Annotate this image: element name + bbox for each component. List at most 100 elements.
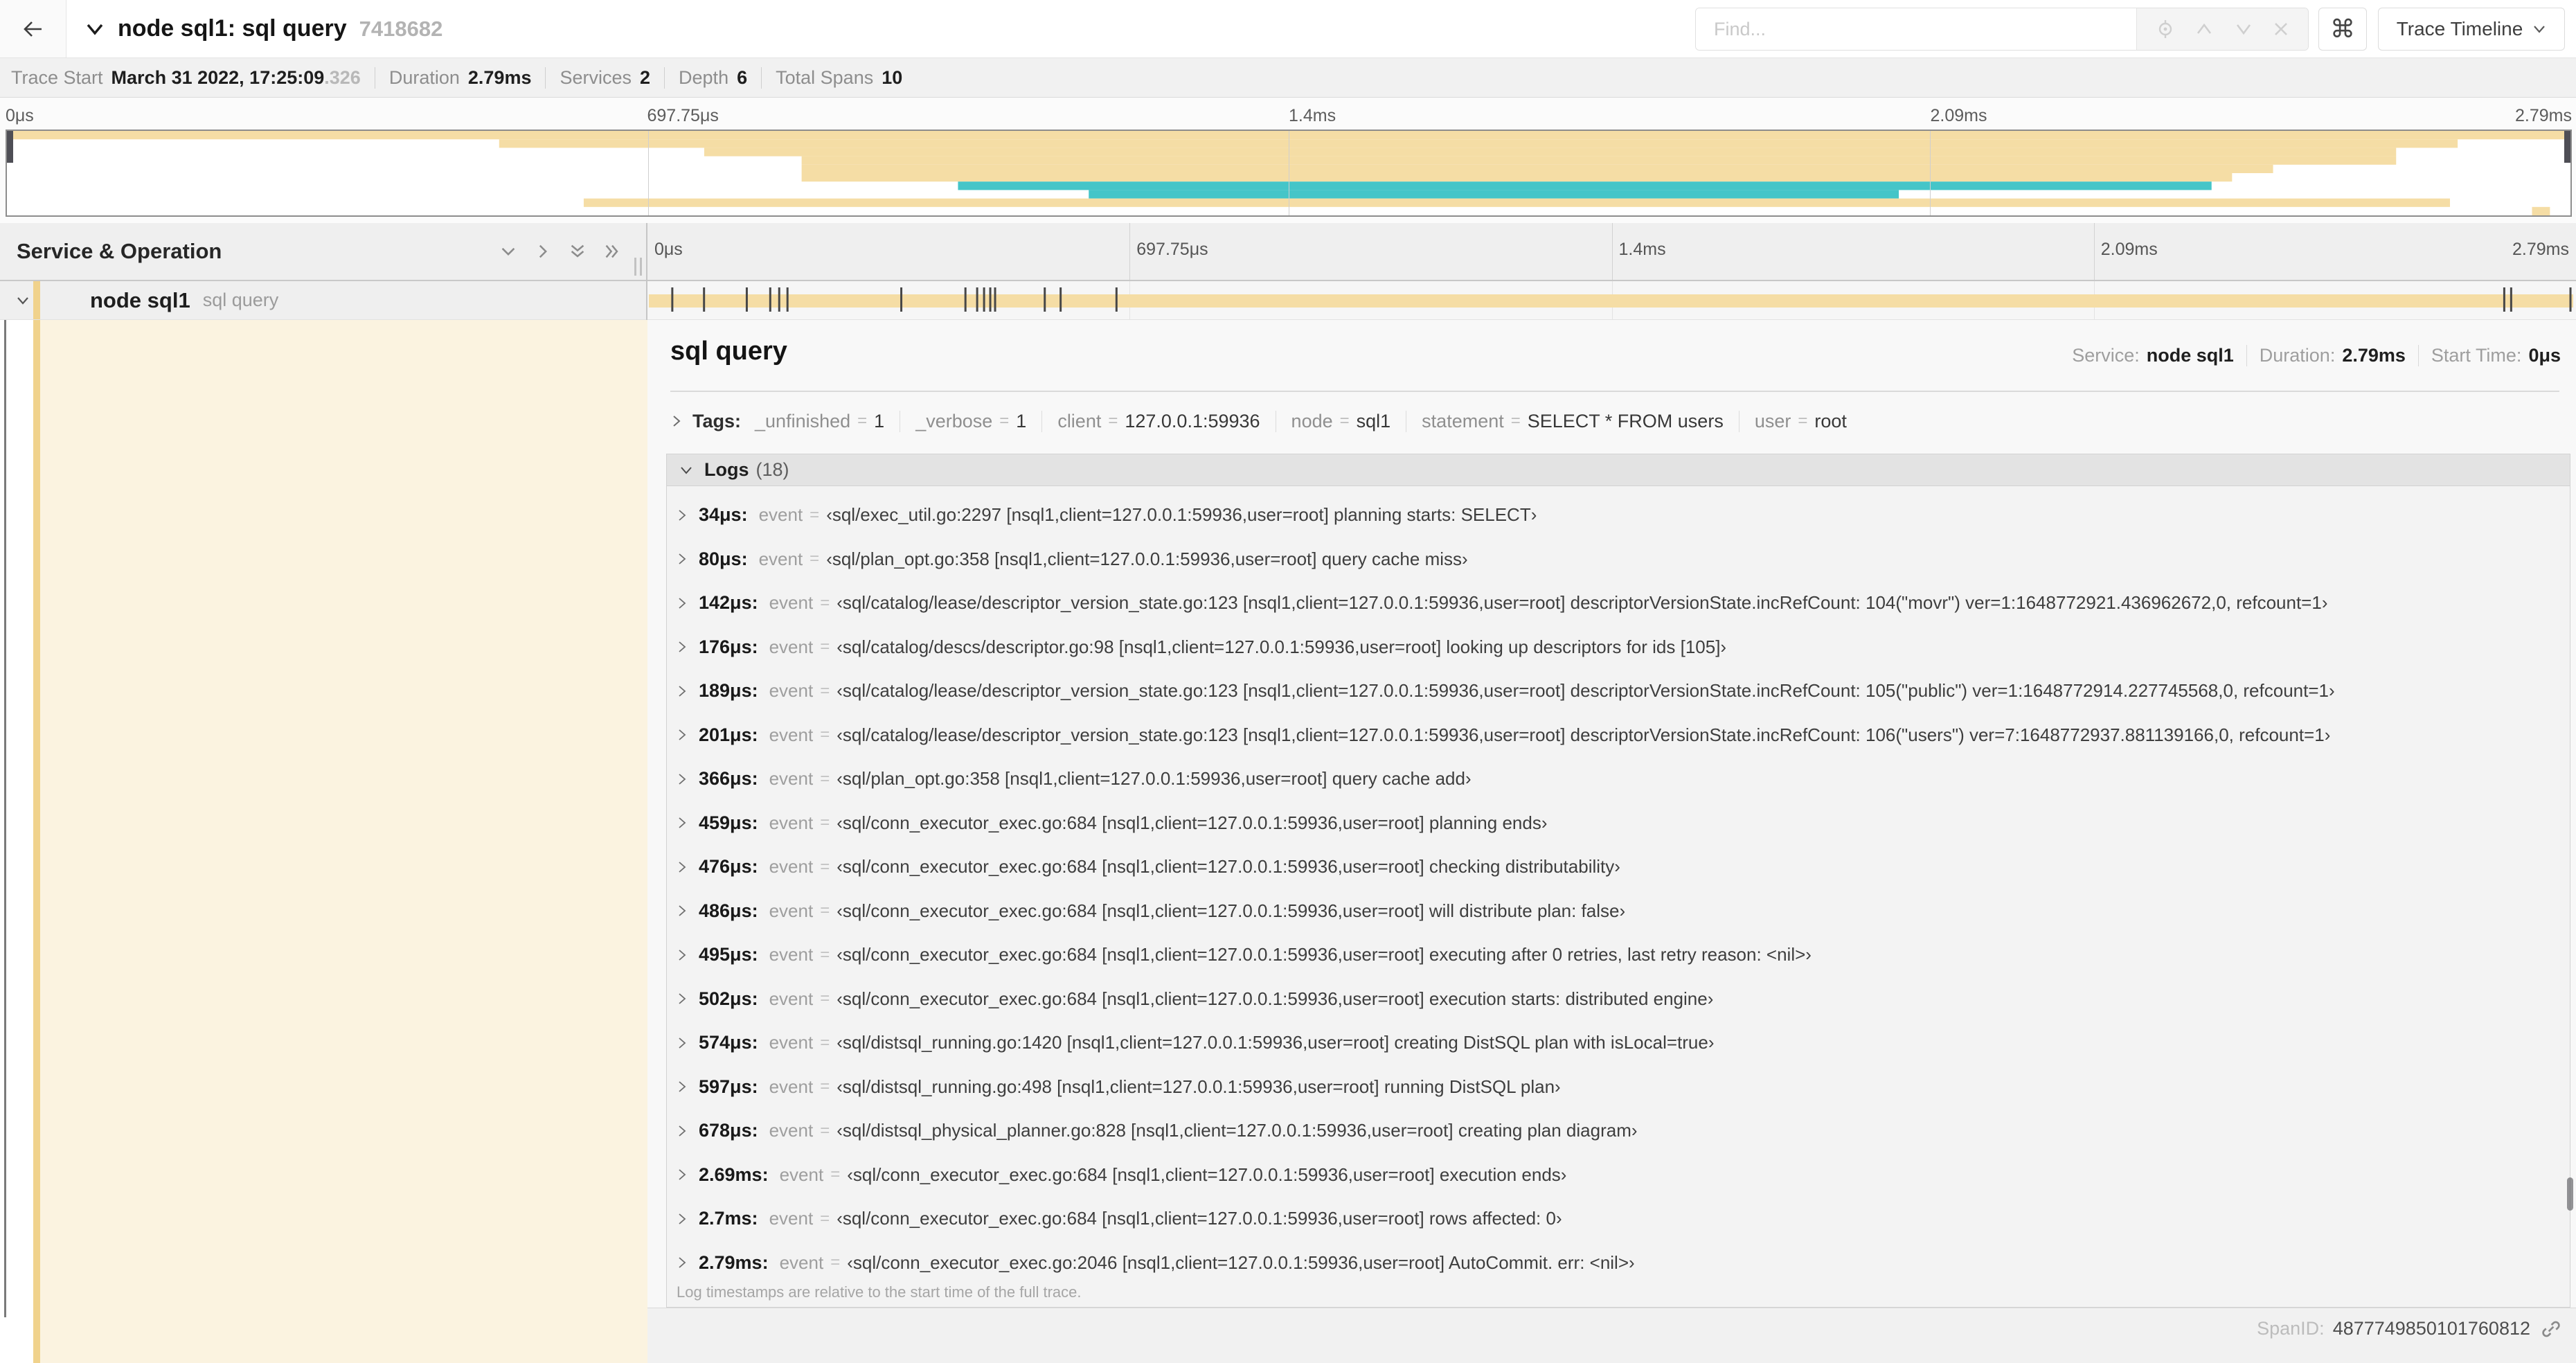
span-bar[interactable] <box>649 294 2573 308</box>
tag-equals: = <box>1798 411 1808 430</box>
log-entry[interactable]: 476μs: event = ‹sql/conn_executor_exec.g… <box>667 845 2570 889</box>
log-entry[interactable]: 189μs: event = ‹sql/catalog/lease/descri… <box>667 669 2570 713</box>
operation-name: sql query <box>202 289 279 310</box>
minimap-bar <box>2532 206 2550 215</box>
log-equals: = <box>820 593 830 612</box>
log-entry[interactable]: 2.79ms: event = ‹sql/conn_executor_exec.… <box>667 1241 2570 1285</box>
panel-divider <box>646 223 647 320</box>
find-input[interactable] <box>1696 8 2136 50</box>
collapse-one-icon[interactable] <box>499 242 518 261</box>
collapse-all-icon[interactable] <box>568 242 587 261</box>
ruler-tick: 2.79ms <box>2512 240 2576 260</box>
info-value: March 31 2022, 17:25:09 <box>111 66 325 88</box>
log-expand-chevron-icon <box>679 1081 686 1092</box>
tag-equals: = <box>1108 411 1118 430</box>
log-equals: = <box>820 945 830 964</box>
tag-equals: = <box>999 411 1010 430</box>
log-entry[interactable]: 176μs: event = ‹sql/catalog/descs/descri… <box>667 625 2570 670</box>
span-detail-header: sql query Service: node sql1 Duration: 2.7… <box>647 320 2576 391</box>
log-entry[interactable]: 2.7ms: event = ‹sql/conn_executor_exec.g… <box>667 1197 2570 1241</box>
minimap-bar <box>499 139 2458 148</box>
log-entry[interactable]: 366μs: event = ‹sql/plan_opt.go:358 [nsq… <box>667 757 2570 801</box>
tags-toggle-chevron-icon <box>673 416 681 427</box>
info-value: 2.79ms <box>467 66 532 88</box>
link-icon[interactable] <box>2540 1318 2562 1340</box>
logs-header[interactable]: Logs (18) <box>667 454 2570 486</box>
log-timestamp: 476μs: <box>699 856 758 878</box>
log-entry[interactable]: 201μs: event = ‹sql/catalog/lease/descri… <box>667 713 2570 758</box>
info-label: Total Spans <box>776 66 874 88</box>
span-minimap: 0μs 697.75μs 1.4ms 2.09ms 2.79ms <box>0 98 2576 223</box>
log-equals: = <box>820 769 830 788</box>
ruler-tick: 2.09ms <box>2094 240 2158 260</box>
view-selector-button[interactable]: Trace Timeline <box>2378 8 2565 51</box>
row-expand-chevron-icon[interactable] <box>15 294 30 307</box>
log-entry[interactable]: 597μs: event = ‹sql/distsql_running.go:4… <box>667 1065 2570 1110</box>
log-marker <box>1044 287 1046 312</box>
ruler-tick: 697.75μs <box>647 106 719 126</box>
scrollbar-thumb[interactable] <box>2567 1177 2573 1211</box>
log-marker <box>994 287 996 312</box>
log-value: ‹sql/conn_executor_exec.go:684 [nsql1,cl… <box>837 900 1626 921</box>
log-value: ‹sql/distsql_physical_planner.go:828 [ns… <box>837 1120 1638 1141</box>
span-bar-canvas <box>649 287 2573 312</box>
next-match-icon[interactable] <box>2233 20 2254 38</box>
clear-search-icon[interactable] <box>2272 20 2290 38</box>
log-key: event <box>779 1164 824 1185</box>
log-expand-chevron-icon <box>679 686 686 697</box>
tags-row[interactable]: Tags: _unfinished = 1 _verbose = 1 client = 12… <box>670 398 2559 445</box>
expand-one-icon[interactable] <box>533 242 553 261</box>
log-entry[interactable]: 486μs: event = ‹sql/conn_executor_exec.g… <box>667 889 2570 934</box>
log-equals: = <box>820 813 830 832</box>
command-icon: ⌘ <box>2330 15 2355 43</box>
logs-list: 34μs: event = ‹sql/exec_util.go:2297 [ns… <box>667 486 2570 1285</box>
timeline-header-left: Service & Operation <box>0 223 646 280</box>
title-collapse-chevron-icon[interactable] <box>84 21 105 37</box>
info-label: Depth <box>679 66 729 88</box>
log-key: event <box>769 944 814 965</box>
log-entry[interactable]: 2.69ms: event = ‹sql/conn_executor_exec.… <box>667 1153 2570 1197</box>
prev-match-icon[interactable] <box>2194 20 2215 38</box>
logs-toggle-chevron-icon <box>681 466 692 474</box>
info-label: Services <box>560 66 632 88</box>
expand-all-icon[interactable] <box>602 242 622 261</box>
log-timestamp: 189μs: <box>699 680 758 702</box>
minimap-canvas[interactable] <box>6 130 2572 217</box>
log-entry[interactable]: 495μs: event = ‹sql/conn_executor_exec.g… <box>667 933 2570 977</box>
log-entry[interactable]: 574μs: event = ‹sql/distsql_running.go:1… <box>667 1021 2570 1065</box>
keyboard-shortcuts-button[interactable]: ⌘ <box>2318 8 2367 51</box>
log-marker <box>976 287 978 312</box>
log-expand-chevron-icon <box>679 905 686 916</box>
log-key: event <box>769 856 814 878</box>
log-marker <box>778 287 780 312</box>
log-entry[interactable]: 502μs: event = ‹sql/conn_executor_exec.g… <box>667 977 2570 1022</box>
log-value: ‹sql/conn_executor_exec.go:684 [nsql1,cl… <box>837 1208 1562 1229</box>
span-row-timeline[interactable] <box>647 281 2576 319</box>
span-row-left: node sql1 sql query <box>0 281 646 319</box>
ruler-tick: 697.75μs <box>1129 240 1208 260</box>
timeline-ruler: 0μs 697.75μs 1.4ms 2.09ms 2.79ms <box>647 223 2576 280</box>
log-entry[interactable]: 80μs: event = ‹sql/plan_opt.go:358 [nsql… <box>667 537 2570 582</box>
viewport-scrubber-right[interactable] <box>2564 131 2570 163</box>
panel-resize-grip[interactable] <box>634 258 642 276</box>
log-value: ‹sql/conn_executor_exec.go:684 [nsql1,cl… <box>837 944 1812 965</box>
span-row[interactable]: node sql1 sql query <box>0 281 2576 320</box>
tag-equals: = <box>1339 411 1350 430</box>
minimap-gridline <box>1929 131 1931 215</box>
back-button[interactable] <box>0 0 66 57</box>
log-timestamp: 597μs: <box>699 1076 758 1097</box>
log-value: ‹sql/conn_executor_exec.go:684 [nsql1,cl… <box>847 1164 1567 1185</box>
log-entry[interactable]: 678μs: event = ‹sql/distsql_physical_pla… <box>667 1109 2570 1153</box>
viewport-scrubber-left[interactable] <box>7 131 13 163</box>
log-entry[interactable]: 142μs: event = ‹sql/catalog/lease/descri… <box>667 581 2570 625</box>
tag-item: statement = SELECT * FROM users <box>1406 410 1724 432</box>
log-entry[interactable]: 459μs: event = ‹sql/conn_executor_exec.g… <box>667 801 2570 846</box>
tag-value: sql1 <box>1356 410 1391 431</box>
locate-icon[interactable] <box>2155 19 2176 39</box>
ruler-tick-label: 1.4ms <box>1289 106 1336 125</box>
log-expand-chevron-icon <box>679 1213 686 1224</box>
ruler-tick: 1.4ms <box>1289 106 1336 126</box>
log-entry[interactable]: 34μs: event = ‹sql/exec_util.go:2297 [ns… <box>667 493 2570 537</box>
tag-value: root <box>1814 410 1847 431</box>
tags-label: Tags: <box>692 410 742 431</box>
